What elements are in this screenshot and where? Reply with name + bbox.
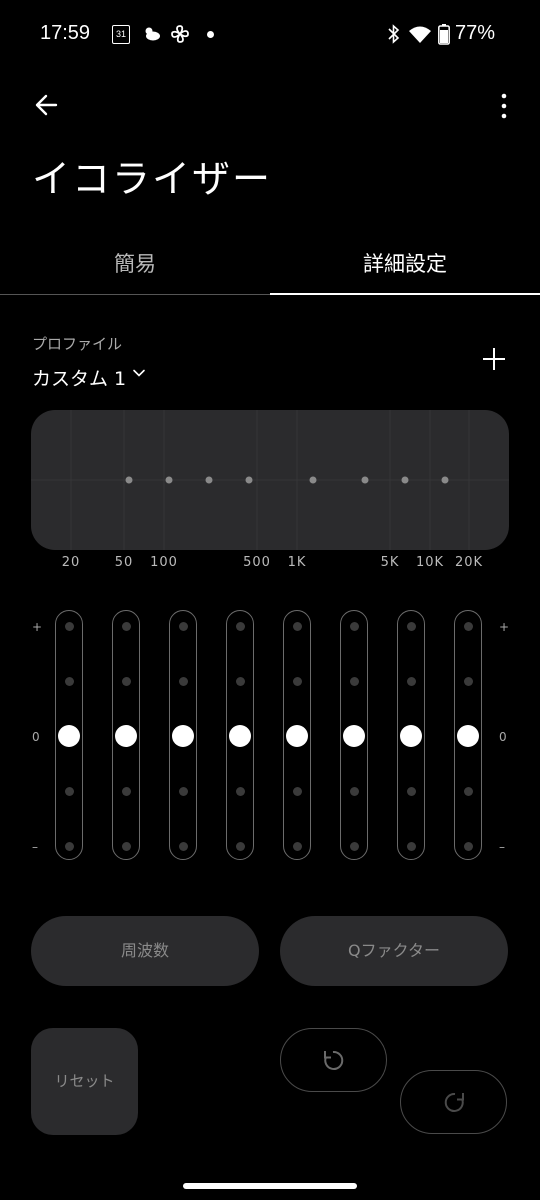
q-factor-button[interactable]: Qファクター — [280, 916, 508, 986]
slider-step-dot — [349, 841, 359, 851]
slider-step-dot — [178, 676, 188, 686]
plus-icon[interactable] — [480, 345, 508, 373]
band-slider-knob[interactable] — [457, 725, 479, 747]
slider-step-dot — [349, 786, 359, 796]
slider-step-dot — [121, 621, 131, 631]
undo-button[interactable] — [280, 1028, 387, 1092]
band-slider-knob[interactable] — [115, 725, 137, 747]
band-point — [361, 476, 369, 484]
slider-step-dot — [406, 841, 416, 851]
slider-step-dot — [463, 676, 473, 686]
frequency-label: 1K — [287, 555, 307, 570]
weather-cloud-icon — [145, 27, 160, 41]
wifi-icon — [409, 26, 431, 43]
tab-simple[interactable]: 簡易 — [0, 248, 270, 294]
tab-selected-indicator — [270, 293, 540, 295]
band-slider-knob[interactable] — [172, 725, 194, 747]
battery-icon — [438, 24, 450, 45]
battery-percentage: 77% — [455, 22, 496, 44]
band-slider-knob[interactable] — [286, 725, 308, 747]
scale-minus-left: – — [32, 840, 38, 854]
slider-step-dot — [178, 786, 188, 796]
slider-step-dot — [235, 621, 245, 631]
slider-step-dot — [292, 676, 302, 686]
slider-step-dot — [406, 676, 416, 686]
slider-step-dot — [121, 786, 131, 796]
band-slider-knob[interactable] — [400, 725, 422, 747]
frequency-button[interactable]: 周波数 — [31, 916, 259, 986]
status-bar: 17:59 31 77% — [0, 0, 540, 70]
slider-step-dot — [64, 621, 74, 631]
scale-plus-right: + — [499, 620, 510, 634]
home-indicator[interactable] — [183, 1183, 357, 1189]
frequency-label: 20K — [454, 555, 484, 570]
redo-button[interactable] — [400, 1070, 507, 1134]
slider-step-dot — [64, 786, 74, 796]
slider-step-dot — [463, 621, 473, 631]
band-point — [205, 476, 213, 484]
slider-step-dot — [178, 841, 188, 851]
band-point — [441, 476, 449, 484]
profile-dropdown[interactable]: カスタム 1 — [32, 364, 126, 391]
band-point — [401, 476, 409, 484]
frequency-label: 100 — [150, 555, 178, 570]
profile-label: プロファイル — [32, 335, 123, 353]
scale-zero-left: 0 — [32, 730, 40, 744]
slider-step-dot — [178, 621, 188, 631]
scale-plus-left: + — [32, 620, 43, 634]
more-vertical-icon[interactable] — [494, 92, 514, 120]
band-slider-knob[interactable] — [58, 725, 80, 747]
slider-step-dot — [235, 841, 245, 851]
redo-icon — [444, 1092, 464, 1112]
slider-step-dot — [349, 621, 359, 631]
arrow-left-icon[interactable] — [32, 90, 62, 120]
slider-step-dot — [463, 841, 473, 851]
frequency-response-graph — [31, 410, 509, 550]
slider-step-dot — [235, 676, 245, 686]
slider-step-dot — [121, 841, 131, 851]
slider-step-dot — [64, 841, 74, 851]
graph-canvas — [31, 410, 509, 550]
slider-step-dot — [292, 621, 302, 631]
slider-step-dot — [292, 841, 302, 851]
page-title: イコライザー — [32, 157, 273, 201]
reset-button[interactable]: リセット — [31, 1028, 138, 1135]
slider-step-dot — [121, 676, 131, 686]
band-slider-knob[interactable] — [229, 725, 251, 747]
slider-step-dot — [64, 676, 74, 686]
band-slider-knob[interactable] — [343, 725, 365, 747]
notification-dot-icon — [207, 31, 214, 38]
band-point — [125, 476, 133, 484]
chevron-down-icon[interactable] — [132, 366, 146, 380]
slider-step-dot — [349, 676, 359, 686]
undo-icon — [324, 1050, 344, 1070]
slider-step-dot — [406, 786, 416, 796]
scale-minus-right: – — [499, 840, 505, 854]
band-point — [309, 476, 317, 484]
fan-icon — [171, 25, 189, 43]
slider-step-dot — [235, 786, 245, 796]
slider-step-dot — [292, 786, 302, 796]
slider-step-dot — [406, 621, 416, 631]
tab-detail-settings[interactable]: 詳細設定 — [270, 248, 540, 294]
status-time: 17:59 — [40, 22, 91, 44]
bluetooth-icon — [388, 24, 400, 44]
scale-zero-right: 0 — [499, 730, 507, 744]
calendar-icon: 31 — [112, 25, 130, 44]
band-point — [165, 476, 173, 484]
frequency-label: 20 — [61, 555, 81, 570]
slider-step-dot — [463, 786, 473, 796]
band-point — [245, 476, 253, 484]
